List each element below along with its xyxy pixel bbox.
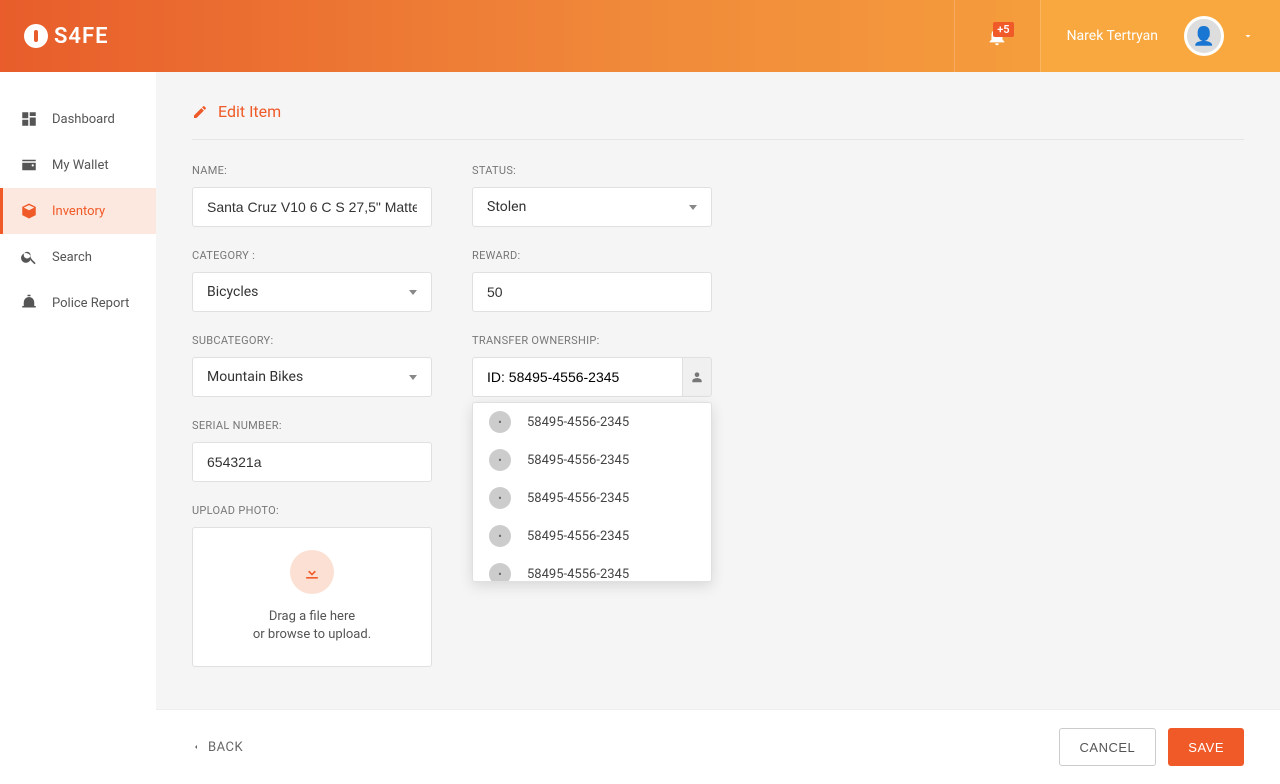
subcategory-select[interactable]: Mountain Bikes — [192, 357, 432, 397]
name-label: NAME: — [192, 164, 432, 177]
sidebar: Dashboard My Wallet Inventory Search Pol… — [0, 72, 156, 784]
serial-input[interactable] — [192, 442, 432, 482]
user-menu[interactable]: Narek Tertryan 👤 — [1040, 0, 1280, 72]
avatar-icon: • — [489, 487, 511, 509]
logo-icon — [24, 24, 48, 48]
sidebar-item-search[interactable]: Search — [0, 234, 156, 280]
sidebar-item-police[interactable]: Police Report — [0, 280, 156, 326]
dropdown-item[interactable]: •58495-4556-2345 — [473, 555, 711, 582]
pencil-icon — [192, 104, 208, 120]
caret-down-icon — [689, 205, 697, 210]
status-label: STATUS: — [472, 164, 712, 177]
avatar-icon: • — [489, 411, 511, 433]
avatar-icon: • — [489, 525, 511, 547]
sidebar-item-wallet[interactable]: My Wallet — [0, 142, 156, 188]
select-value: Mountain Bikes — [207, 369, 303, 385]
name-input[interactable] — [192, 187, 432, 227]
save-button[interactable]: SAVE — [1168, 728, 1244, 766]
upload-text: Drag a file here or browse to upload. — [253, 608, 371, 644]
page-title: Edit Item — [218, 102, 281, 121]
dashboard-icon — [20, 110, 38, 128]
transfer-user-button[interactable] — [682, 357, 712, 397]
notifications-button[interactable]: +5 — [954, 0, 1040, 72]
category-label: CATEGORY : — [192, 249, 432, 262]
alarm-icon — [20, 294, 38, 312]
box-icon — [20, 202, 38, 220]
brand-text: S4FE — [54, 24, 109, 49]
reward-label: REWARD: — [472, 249, 712, 262]
upload-label: UPLOAD PHOTO: — [192, 504, 432, 517]
dropdown-item[interactable]: •58495-4556-2345 — [473, 479, 711, 517]
brand-logo[interactable]: S4FE — [0, 24, 156, 49]
person-icon — [690, 370, 704, 384]
reward-input[interactable] — [472, 272, 712, 312]
transfer-label: TRANSFER OWNERSHIP: — [472, 334, 712, 347]
transfer-input[interactable] — [472, 357, 682, 397]
status-select[interactable]: Stolen — [472, 187, 712, 227]
category-select[interactable]: Bicycles — [192, 272, 432, 312]
dropdown-item[interactable]: •58495-4556-2345 — [473, 517, 711, 555]
upload-dropzone[interactable]: Drag a file here or browse to upload. — [192, 527, 432, 667]
select-value: Bicycles — [207, 284, 258, 300]
chevron-left-icon — [192, 741, 200, 753]
sidebar-item-label: Inventory — [52, 204, 105, 219]
sidebar-item-label: Police Report — [52, 296, 129, 311]
caret-down-icon — [409, 375, 417, 380]
dropdown-item[interactable]: •58495-4556-2345 — [473, 441, 711, 479]
serial-label: SERIAL NUMBER: — [192, 419, 432, 432]
transfer-dropdown: •58495-4556-2345 •58495-4556-2345 •58495… — [472, 402, 712, 582]
upload-circle — [290, 550, 334, 594]
user-name: Narek Tertryan — [1067, 28, 1158, 44]
dropdown-item[interactable]: •58495-4556-2345 — [473, 403, 711, 441]
avatar-icon: • — [489, 449, 511, 471]
page-header: Edit Item — [192, 102, 1244, 140]
sidebar-item-label: My Wallet — [52, 158, 109, 173]
wallet-icon — [20, 156, 38, 174]
back-button[interactable]: BACK — [192, 740, 243, 755]
download-icon — [302, 562, 322, 582]
sidebar-item-label: Dashboard — [52, 112, 115, 127]
select-value: Stolen — [487, 199, 526, 215]
sidebar-item-dashboard[interactable]: Dashboard — [0, 96, 156, 142]
caret-down-icon — [409, 290, 417, 295]
subcategory-label: SUBCATEGORY: — [192, 334, 432, 347]
app-header: S4FE +5 Narek Tertryan 👤 — [0, 0, 1280, 72]
avatar-icon: • — [489, 563, 511, 582]
chevron-down-icon — [1242, 30, 1254, 42]
footer-bar: BACK CANCEL SAVE — [156, 709, 1280, 784]
cancel-button[interactable]: CANCEL — [1059, 728, 1157, 766]
avatar: 👤 — [1184, 16, 1224, 56]
notification-badge: +5 — [993, 22, 1013, 37]
sidebar-item-label: Search — [52, 250, 92, 265]
search-icon — [20, 248, 38, 266]
sidebar-item-inventory[interactable]: Inventory — [0, 188, 156, 234]
